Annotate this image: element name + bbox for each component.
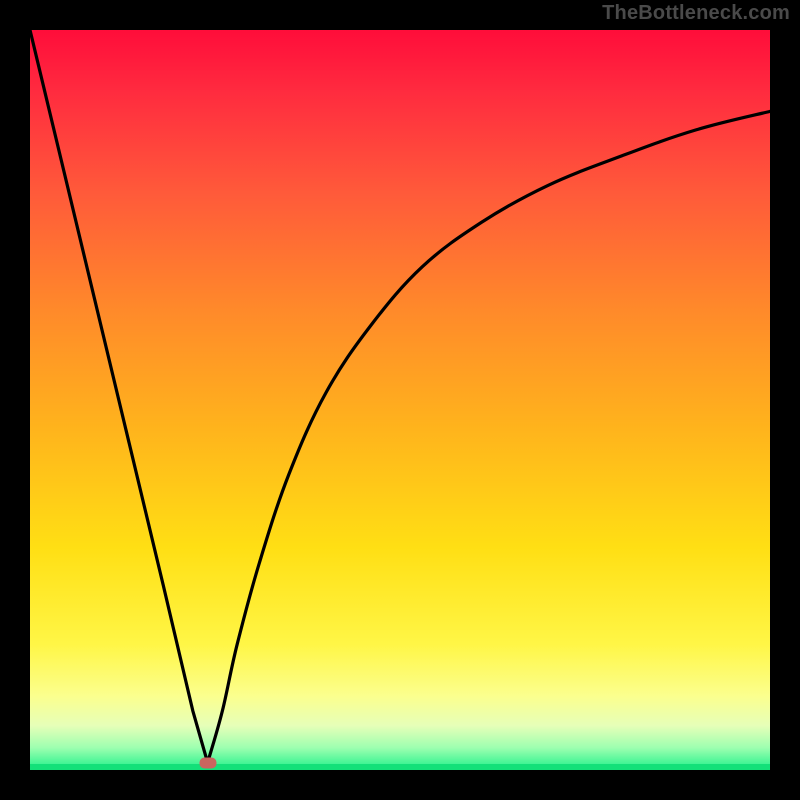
watermark-text: TheBottleneck.com [602, 2, 790, 25]
vertex-marker [199, 757, 216, 768]
curve-svg [30, 30, 770, 770]
curve-path-left [30, 30, 208, 763]
plot-area [30, 30, 770, 770]
curve-path-right [208, 111, 770, 762]
chart-frame: TheBottleneck.com [0, 0, 800, 800]
